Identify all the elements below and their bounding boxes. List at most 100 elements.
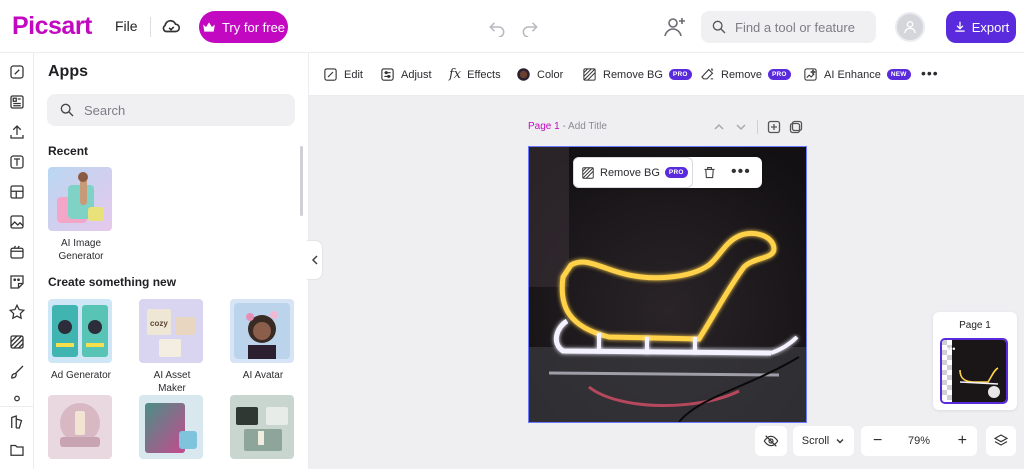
app-tile-background-maker[interactable] [139,395,205,459]
tool-label: AI Enhance [824,68,881,81]
recent-heading: Recent [48,144,89,158]
zoom-in-button[interactable]: + [958,432,967,450]
text-icon[interactable] [8,153,26,171]
picsart-logo[interactable]: Picsart [12,12,92,41]
left-tool-rail [0,53,34,469]
tool-effects[interactable]: fx Effects [449,67,501,82]
collapse-panel-button[interactable] [307,240,323,280]
cloud-save-icon[interactable] [160,15,182,37]
picsart-editor: Picsart File Try for free Export [0,0,1024,469]
app-tile-ai-image-generator[interactable]: AI Image Generator [48,167,114,263]
upload-icon[interactable] [8,123,26,141]
apps-search-input[interactable] [84,102,274,118]
page-number: Page 1 [528,121,560,132]
invite-user-icon[interactable] [661,14,689,40]
float-remove-bg-button[interactable]: Remove BG PRO [573,157,693,188]
download-icon [955,21,965,32]
ai-enhance-icon [804,68,817,81]
add-title-placeholder[interactable]: - Add Title [560,121,606,132]
app-tile-product-scene[interactable] [230,395,296,459]
panel-title: Apps [48,63,88,80]
brush-icon[interactable] [8,363,26,381]
color-icon [517,68,530,81]
tool-adjust[interactable]: Adjust [380,67,432,82]
divider [757,120,758,134]
tool-color[interactable]: Color [516,67,563,82]
chevron-up-icon[interactable] [712,120,726,134]
add-page-icon[interactable] [767,120,781,134]
remove-bg-icon [583,68,596,81]
app-tile-ai-avatar[interactable]: AI Avatar [230,299,296,382]
pages-panel: Page 1 ••• [933,312,1017,410]
folder-icon[interactable] [8,441,26,459]
stickers-icon[interactable] [8,273,26,291]
float-more-button[interactable]: ••• [731,163,751,181]
tool-remove[interactable]: Remove PRO [700,67,791,82]
magic-edit-icon[interactable] [8,63,26,81]
tool-remove-bg[interactable]: Remove BG PRO [582,67,692,82]
app-thumbnail [48,167,112,231]
effects-icon: fx [449,67,462,82]
more-tools-button[interactable]: ••• [921,65,939,81]
background-pattern-icon[interactable] [8,333,26,351]
redo-icon[interactable] [520,17,540,37]
scroll-mode-select[interactable]: Scroll [793,426,854,456]
duplicate-page-icon[interactable] [789,120,803,134]
float-remove-bg-label: Remove BG [600,166,660,179]
tool-label: Color [537,68,564,81]
app-thumbnail [48,299,112,363]
file-menu[interactable]: File [115,18,138,34]
panel-scrollbar[interactable] [300,146,303,216]
app-tile-ai-asset-maker[interactable]: cozy AI Asset Maker [139,299,205,395]
apps-search-box[interactable] [47,94,295,126]
app-tile-product-photo[interactable] [48,395,114,459]
hide-button[interactable] [755,426,787,456]
zoom-level: 79% [907,435,931,447]
trash-icon[interactable] [702,165,717,180]
new-badge: NEW [886,69,911,80]
pro-badge: PRO [668,69,692,80]
tool-label: Remove [721,68,762,81]
app-thumbnail [230,395,294,459]
floating-action-bar: Remove BG PRO ••• [573,157,762,188]
try-for-free-label: Try for free [221,19,286,35]
crown-icon [203,22,215,32]
star-icon[interactable] [8,303,26,321]
templates-icon[interactable] [8,93,26,111]
brand-kit-icon[interactable] [8,413,26,431]
layout-icon[interactable] [8,183,26,201]
try-for-free-button[interactable]: Try for free [199,11,288,43]
tool-ai-enhance[interactable]: AI Enhance NEW [803,67,911,82]
remove-bg-icon [582,166,594,179]
export-button[interactable]: Export [946,11,1016,43]
tool-search-input[interactable] [735,19,875,35]
page-title[interactable]: Page 1 - Add Title [528,121,607,132]
photos-icon[interactable] [8,213,26,231]
scroll-mode-label: Scroll [801,435,830,447]
tool-label: Adjust [401,68,432,81]
create-heading: Create something new [48,275,177,289]
user-icon [904,21,916,34]
tool-search-box[interactable] [701,11,876,43]
user-avatar[interactable] [895,12,925,42]
svg-text:•••: ••• [946,344,955,354]
apps-panel: Apps Recent AI Image Generator Create so… [34,53,309,469]
tool-edit[interactable]: Edit [323,67,363,82]
canvas-area[interactable]: Page 1 - Add Title Remove BG PRO ••• Pag… [309,96,1024,469]
undo-icon[interactable] [487,17,507,37]
zoom-out-button[interactable]: − [873,432,882,450]
svg-text:cozy: cozy [150,319,168,328]
layers-button[interactable] [986,426,1016,456]
chevron-down-icon[interactable] [734,120,748,134]
video-icon[interactable] [8,243,26,261]
pages-panel-title: Page 1 [959,320,991,331]
app-thumbnail: cozy [139,299,203,363]
page-thumbnail[interactable]: ••• [940,338,1008,404]
tool-label: Edit [344,68,363,81]
tool-label: Effects [467,68,501,81]
pro-badge: PRO [767,69,791,80]
app-tile-ad-generator[interactable]: Ad Generator [48,299,114,382]
zoom-control: − 79% + [861,426,977,456]
eye-off-icon [763,435,779,447]
neon-sleigh-image[interactable] [529,147,806,422]
